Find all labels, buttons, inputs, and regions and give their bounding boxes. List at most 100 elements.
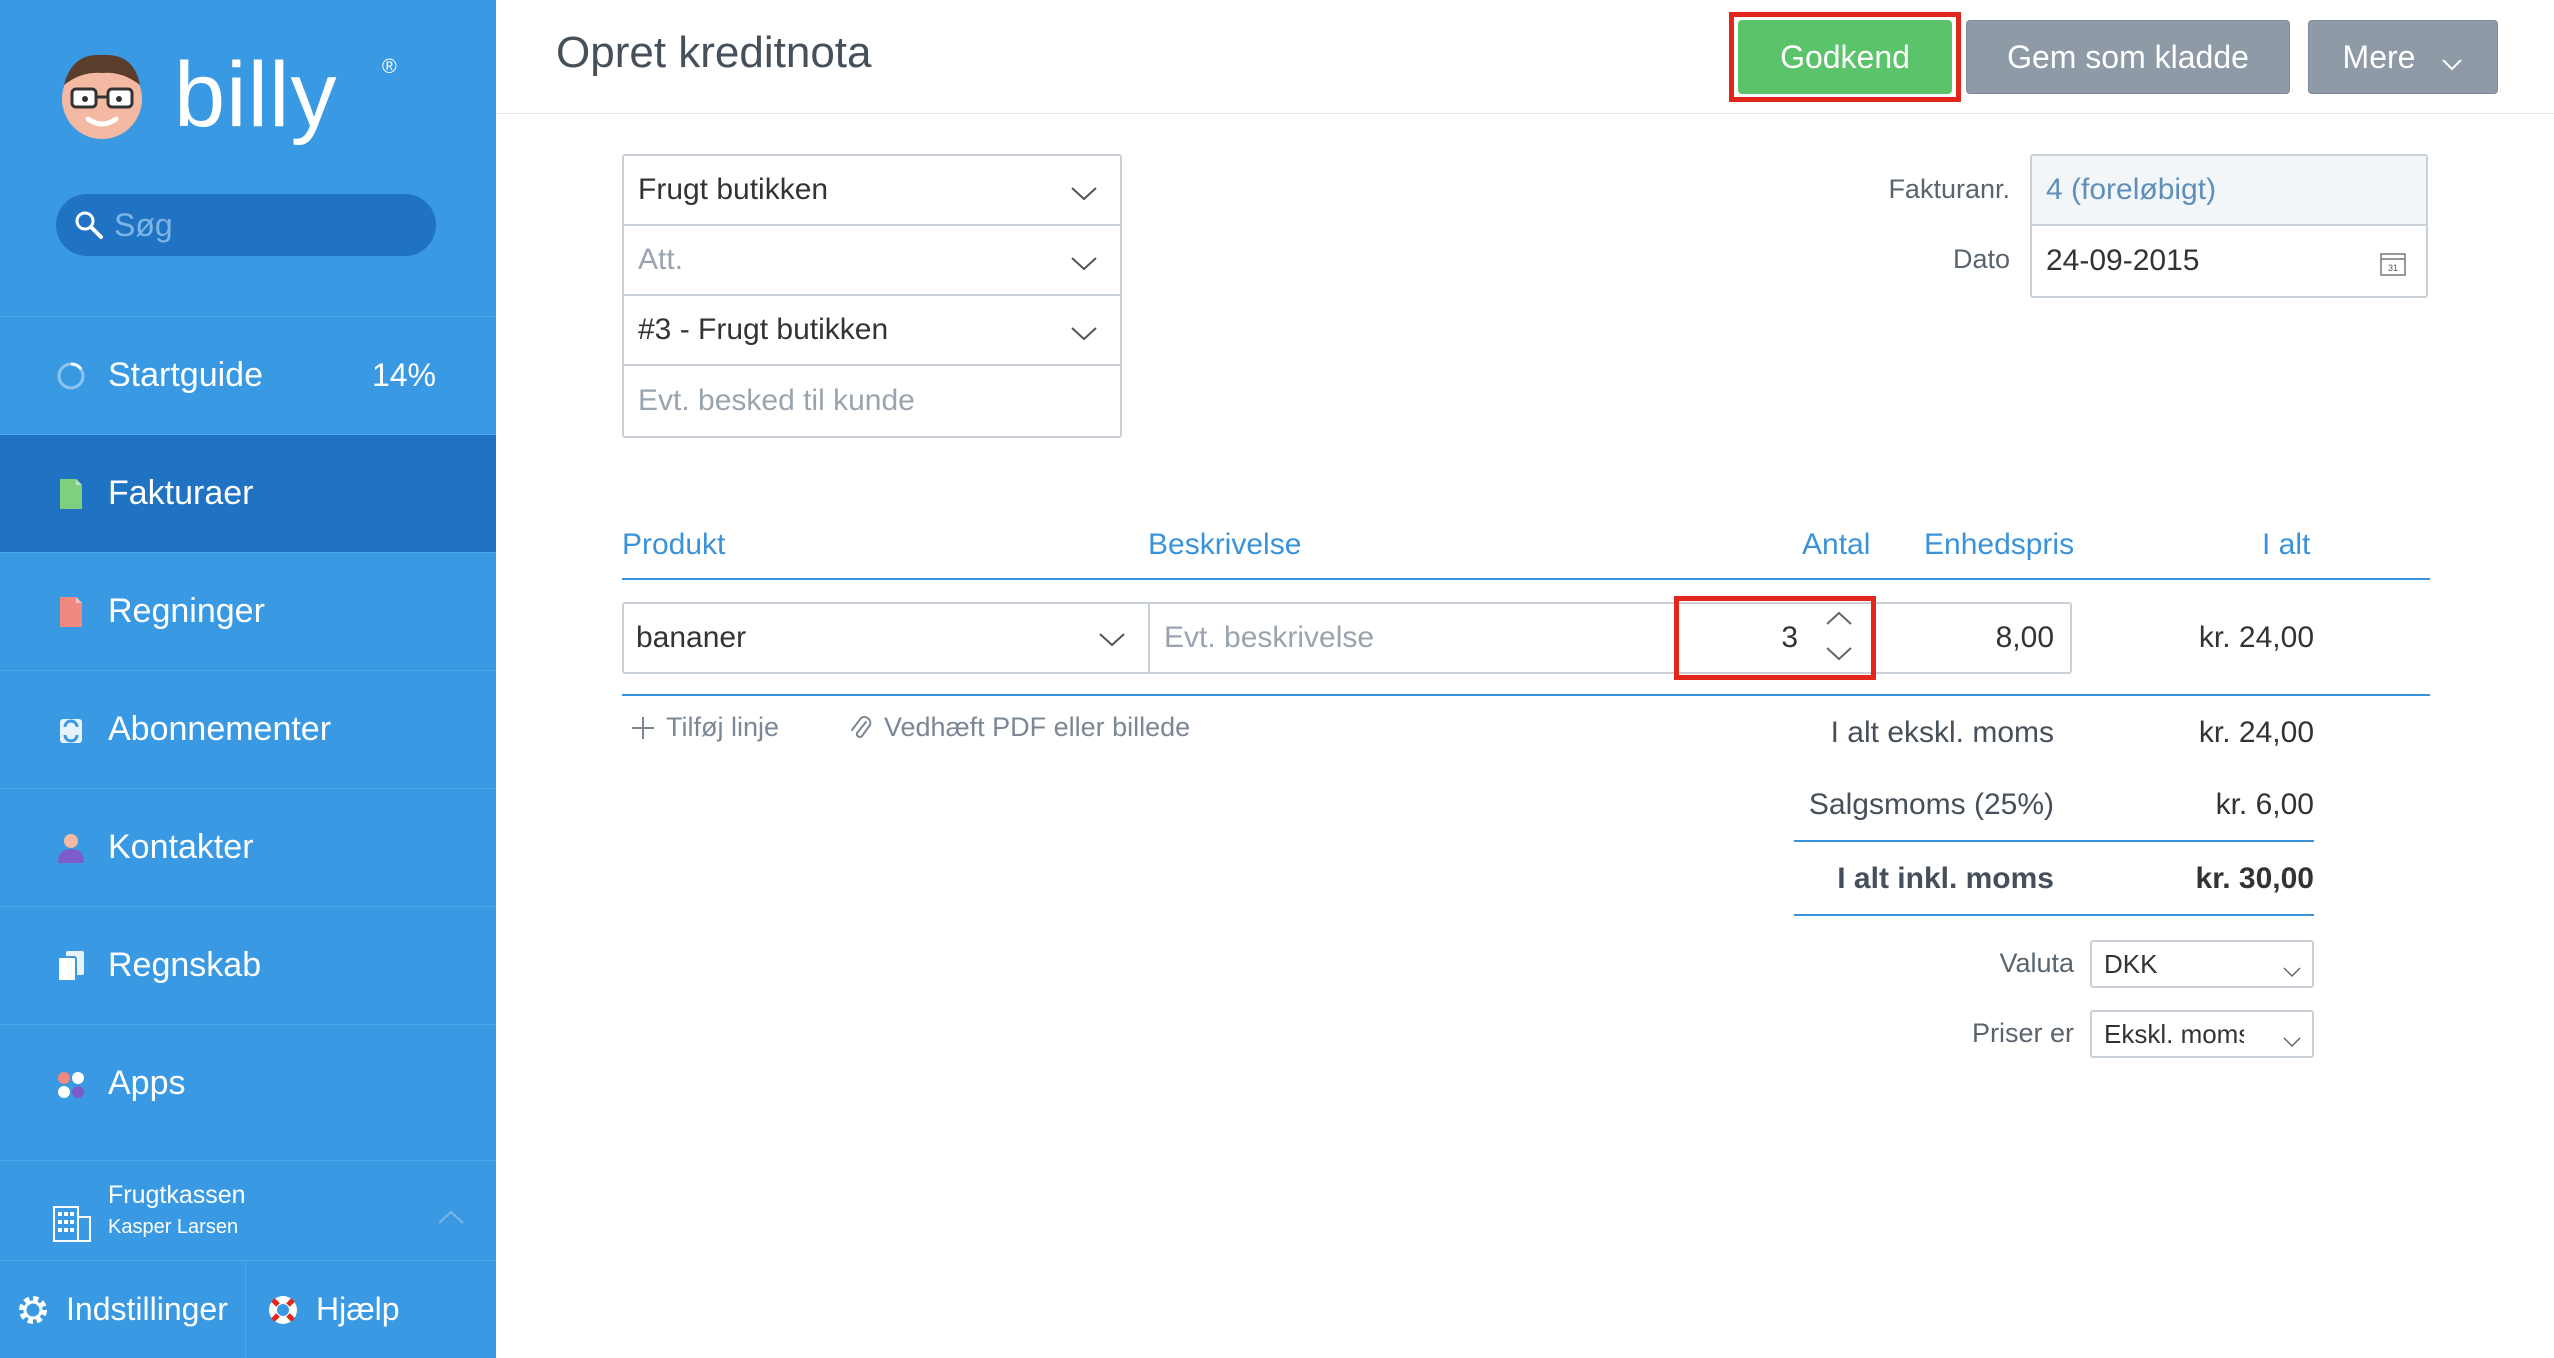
building-icon [52,1199,92,1243]
person-icon [56,831,86,865]
gear-icon [16,1293,50,1327]
rows-divider [622,694,2430,696]
invoice-info-box: 4 (foreløbigt) 24-09-2015 31 [2030,154,2428,298]
paperclip-icon [848,714,874,742]
lifebuoy-icon [266,1293,300,1327]
sidebar-item-startguide[interactable]: Startguide 14% [0,316,496,434]
search-input[interactable] [114,206,414,244]
quantity-highlight-box [1674,596,1876,680]
save-draft-button[interactable]: Gem som kladde [1966,20,2290,94]
sidebar-footer: Indstillinger Hjælp [0,1260,496,1358]
sidebar-item-label: Apps [108,1064,186,1102]
message-placeholder: Evt. besked til kunde [638,384,915,417]
search-box[interactable] [56,194,436,256]
sidebar-item-apps[interactable]: Apps [0,1024,496,1142]
vat-value: kr. 6,00 [2215,788,2314,821]
plus-icon [630,715,656,741]
more-label: Mere [2342,38,2416,75]
sidebar-item-abonnementer[interactable]: Abonnementer [0,670,496,788]
totals-divider [1794,840,2314,842]
unit-price-input[interactable]: 8,00 [1874,602,2072,674]
prices-select[interactable]: Ekskl. moms [2090,1010,2314,1058]
header-unit-price: Enhedspris [1924,528,2075,561]
total-excl-label: I alt ekskl. moms [1830,716,2054,749]
chevron-down-icon [2282,956,2302,978]
date-label: Dato [1952,244,2010,274]
chevron-down-icon [1070,318,1098,341]
description-input[interactable]: Evt. beskrivelse [1150,602,1678,674]
chevron-down-icon [1070,248,1098,271]
sidebar-item-fakturaer[interactable]: Fakturaer [0,434,496,552]
customer-message-field[interactable]: Evt. besked til kunde [624,366,1120,436]
invoice-number-label: Fakturanr. [1888,174,2010,204]
product-select[interactable]: bananer [622,602,1150,674]
unit-price-value: 8,00 [1995,621,2054,654]
approve-button[interactable]: Godkend [1738,20,1952,94]
sidebar-item-label: Startguide [108,356,263,394]
total-excl-value: kr. 24,00 [2198,716,2314,749]
date-field[interactable]: 24-09-2015 31 [2032,226,2426,296]
invoice-icon [56,477,86,511]
apps-icon [56,1067,86,1101]
accounting-icon [56,949,86,983]
invoice-number-field[interactable]: 4 (foreløbigt) [2032,156,2426,226]
contact-value: Frugt butikken [638,173,829,206]
chevron-down-icon [1070,178,1098,201]
total-incl-label: I alt inkl. moms [1837,862,2054,895]
sidebar: billy ® Startguide 14% Fakturaer Regning… [0,0,496,1358]
sidebar-item-label: Fakturaer [108,474,254,512]
registered-mark: ® [382,56,397,78]
logo[interactable]: billy ® [52,40,397,150]
billy-face-icon [52,45,152,145]
prices-label: Priser er [1971,1018,2074,1048]
contact-select[interactable]: Frugt butikken [624,156,1120,226]
calendar-icon[interactable]: 31 [2380,250,2406,276]
description-placeholder: Evt. beskrivelse [1164,621,1375,654]
currency-label: Valuta [1999,948,2074,978]
att-select[interactable]: Att. [624,226,1120,296]
header-description: Beskrivelse [1148,528,1302,561]
sidebar-item-regnskab[interactable]: Regnskab [0,906,496,1024]
startguide-progress: 14% [371,357,436,393]
attach-label: Vedhæft PDF eller billede [884,712,1191,742]
help-button[interactable]: Hjælp [246,1261,400,1358]
address-select[interactable]: #3 - Frugt butikken [624,296,1120,366]
attach-file-button[interactable]: Vedhæft PDF eller billede [848,712,1190,743]
page-header: Opret kreditnota Godkend Gem som kladde … [496,0,2554,114]
subscription-icon [56,713,86,747]
search-icon [74,210,104,240]
help-label: Hjælp [316,1291,400,1327]
bill-icon [56,595,86,629]
customer-block: Frugt butikken Att. #3 - Frugt butikken … [622,154,1122,438]
currency-value: DKK [2104,948,2158,979]
date-value: 24-09-2015 [2046,244,2200,277]
progress-ring-icon [56,359,86,393]
chevron-down-icon [2441,46,2463,71]
sidebar-item-label: Regninger [108,592,265,630]
vat-label: Salgsmoms (25%) [1808,788,2054,821]
logo-text: billy [174,44,338,146]
settings-button[interactable]: Indstillinger [0,1261,246,1358]
currency-select[interactable]: DKK [2090,940,2314,988]
header-product: Produkt [622,528,726,561]
totals-bottom-divider [1794,914,2314,916]
chevron-down-icon [2282,1026,2302,1048]
header-quantity: Antal [1802,528,1871,561]
line-total: kr. 24,00 [2198,621,2314,654]
prices-value: Ekskl. moms [2104,1018,2244,1049]
sidebar-item-kontakter[interactable]: Kontakter [0,788,496,906]
settings-label: Indstillinger [66,1291,228,1327]
invoice-number-value: 4 (foreløbigt) [2046,173,2217,206]
att-placeholder: Att. [638,243,684,276]
sidebar-item-label: Kontakter [108,828,254,866]
page-title: Opret kreditnota [556,28,872,77]
header-total: I alt [2262,528,2311,561]
product-value: bananer [636,621,747,654]
sidebar-item-regninger[interactable]: Regninger [0,552,496,670]
address-value: #3 - Frugt butikken [638,313,889,346]
organization-switcher[interactable]: Frugtkassen Kasper Larsen [0,1160,496,1260]
sidebar-nav: Startguide 14% Fakturaer Regninger Abonn… [0,316,496,1142]
more-button[interactable]: Mere [2308,20,2498,94]
add-line-button[interactable]: Tilføj linje [630,712,779,743]
chevron-down-icon [1098,624,1126,647]
